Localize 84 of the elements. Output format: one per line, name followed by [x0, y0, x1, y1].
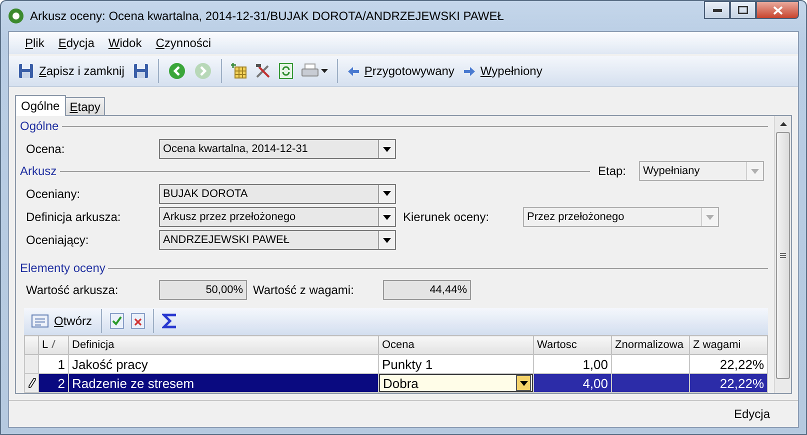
- table-cell: 1,00: [534, 354, 612, 374]
- cell-dropdown-field[interactable]: Dobra: [379, 374, 533, 392]
- column-header[interactable]: Definicja: [68, 336, 378, 355]
- refresh-button[interactable]: [277, 61, 296, 81]
- save-icon: [18, 63, 34, 79]
- section-title: Elementy oceny: [20, 261, 106, 276]
- cancel-button[interactable]: [129, 311, 148, 332]
- scrollbar-thumb[interactable]: [776, 132, 790, 379]
- sort-icon: [51, 340, 56, 348]
- grip-icon: [780, 253, 786, 258]
- grid-icon: [231, 63, 248, 79]
- tab[interactable]: Ogólne: [15, 95, 66, 116]
- field-label: Ocena:: [26, 142, 66, 156]
- dropdown-field[interactable]: Ocena kwartalna, 2014-12-31: [159, 139, 396, 160]
- dropdown-arrow-icon: [321, 69, 328, 73]
- pencil-icon: [28, 378, 36, 388]
- form-icon: [31, 313, 49, 330]
- field-label: Wartość arkusza:: [26, 283, 120, 298]
- field-label: Kierunek oceny:: [403, 210, 490, 224]
- column-header[interactable]: L: [38, 336, 68, 355]
- column-header[interactable]: Ocena: [378, 336, 534, 355]
- dropdown-button[interactable]: [516, 375, 531, 392]
- menu-item[interactable]: Widok: [102, 34, 148, 52]
- section-title: Ogólne: [20, 119, 59, 134]
- scroll-up-icon: [780, 122, 786, 126]
- field-label: Etap:: [598, 164, 628, 178]
- field-label: Oceniany:: [26, 186, 82, 201]
- window-title: Arkusz oceny: Ocena kwartalna, 2014-12-31/BUJAK DOROTA/ANDRZEJEWSKI PAWEŁ: [30, 9, 504, 23]
- dropdown-arrow-icon: [383, 214, 391, 220]
- scrollbar[interactable]: [774, 116, 791, 393]
- save-close-button[interactable]: Zapisz i zamknij: [15, 61, 128, 81]
- table-cell: 1: [38, 354, 68, 374]
- field-label: Wartość z wagami:: [253, 283, 355, 298]
- dropdown-field[interactable]: Arkusz przez przełożonego: [159, 207, 396, 228]
- column-header[interactable]: Znormalizowa: [612, 336, 690, 355]
- checkmark-icon: [110, 313, 124, 330]
- field-label: Oceniający:: [26, 233, 90, 248]
- open-button[interactable]: Otwórz: [28, 311, 96, 332]
- save-icon: [133, 63, 150, 79]
- close-icon: [772, 6, 782, 14]
- left-arrow-icon: [348, 66, 360, 76]
- minimize-icon: [712, 8, 722, 12]
- dropdown-field[interactable]: ANDRZEJEWSKI PAWEŁ: [159, 230, 396, 250]
- next-stage-button[interactable]: Wypełniony: [461, 62, 546, 80]
- sigma-icon: [162, 313, 178, 330]
- value-field: 44,44%: [383, 280, 471, 300]
- tab[interactable]: Etapy: [64, 97, 106, 116]
- dropdown-arrow-icon: [383, 146, 391, 152]
- dropdown-arrow-icon: [706, 214, 714, 220]
- dropdown-arrow-icon: [383, 191, 391, 196]
- accept-button[interactable]: [108, 311, 126, 332]
- dropdown-arrow-icon: [383, 238, 391, 243]
- dropdown-arrow-icon: [751, 168, 759, 174]
- menu-item[interactable]: Czynności: [150, 34, 218, 52]
- app-logo-icon: [8, 8, 24, 24]
- menu-item[interactable]: Plik: [19, 34, 50, 52]
- table-cell: 2: [38, 374, 68, 393]
- cross-icon: [131, 313, 146, 330]
- table-cell: Jakość pracy: [68, 354, 378, 374]
- table-cell: 4,00: [534, 374, 612, 393]
- menu-item[interactable]: Edycja: [52, 34, 100, 52]
- right-arrow-icon: [464, 66, 476, 76]
- column-header[interactable]: Wartosc: [534, 336, 612, 355]
- dropdown-arrow-icon: [520, 380, 528, 386]
- maximize-button[interactable]: [730, 1, 756, 19]
- close-button[interactable]: [756, 1, 799, 19]
- grid-tool-button[interactable]: [229, 61, 250, 81]
- section-title: Arkusz: [20, 164, 57, 178]
- column-header[interactable]: Z wagami: [690, 336, 768, 355]
- value-field: 50,00%: [159, 280, 247, 300]
- maximize-icon: [738, 6, 748, 14]
- table-cell: 22,22%: [690, 354, 768, 374]
- printer-icon: [301, 63, 320, 79]
- field-label: Definicja arkusza:: [26, 210, 122, 224]
- previous-stage-button[interactable]: Przygotowywany: [345, 62, 458, 80]
- table-cell: Radzenie ze stresem: [68, 374, 378, 393]
- minimize-button[interactable]: [704, 1, 730, 19]
- table-cell: Punkty 1: [378, 354, 534, 374]
- row-indicator-header: [24, 336, 38, 355]
- tools-icon: [255, 63, 272, 79]
- table-cell: 22,22%: [690, 374, 768, 393]
- status-text: Edycja: [734, 407, 770, 421]
- refresh-icon: [279, 63, 294, 79]
- dropdown-field[interactable]: BUJAK DOROTA: [159, 184, 396, 204]
